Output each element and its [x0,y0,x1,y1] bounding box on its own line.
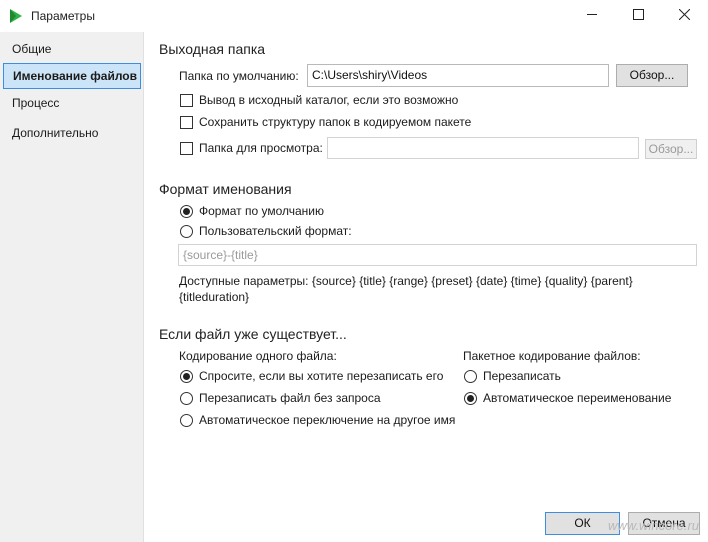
preview-folder-checkbox[interactable] [180,142,193,155]
title-bar: Параметры [0,0,708,32]
available-params-line2: {titleduration} [179,290,250,304]
file-exists-heading: Если файл уже существует... [159,326,347,342]
source-dir-checkbox[interactable] [180,94,193,107]
batch-auto-rename-radio[interactable] [464,392,477,405]
default-format-label: Формат по умолчанию [199,204,324,218]
ask-overwrite-label: Спросите, если вы хотите перезаписать ег… [199,369,444,383]
available-params-line1: Доступные параметры: {source} {title} {r… [179,274,633,288]
preview-browse-button[interactable]: Обзор... [645,139,697,159]
source-dir-label: Вывод в исходный каталог, если это возмо… [199,93,459,107]
keep-structure-checkbox[interactable] [180,116,193,129]
custom-format-radio[interactable] [180,225,193,238]
custom-format-input[interactable]: {source}-{title} [178,244,697,266]
sidebar-item-file-naming[interactable]: Именование файлов [3,63,141,89]
output-folder-heading: Выходная папка [159,41,266,57]
ask-overwrite-radio[interactable] [180,370,193,383]
naming-format-heading: Формат именования [159,181,292,197]
app-play-icon [10,9,22,23]
default-folder-label: Папка по умолчанию: [179,69,299,83]
batch-overwrite-label: Перезаписать [483,369,561,383]
batch-overwrite-radio[interactable] [464,370,477,383]
auto-rename-single-radio[interactable] [180,414,193,427]
batch-auto-rename-label: Автоматическое переименование [483,391,672,405]
overwrite-silent-label: Перезаписать файл без запроса [199,391,381,405]
preview-folder-input[interactable] [327,137,639,159]
default-format-radio[interactable] [180,205,193,218]
preview-folder-label: Папка для просмотра: [199,141,323,155]
overwrite-silent-radio[interactable] [180,392,193,405]
sidebar-item-process[interactable]: Процесс [3,91,141,117]
maximize-icon [633,9,644,20]
minimize-button[interactable] [570,0,616,30]
window-title: Параметры [31,9,95,23]
close-button[interactable] [662,0,708,30]
browse-button[interactable]: Обзор... [616,64,688,87]
sidebar-item-advanced[interactable]: Дополнительно [3,121,141,147]
keep-structure-label: Сохранить структуру папок в кодируемом п… [199,115,472,129]
maximize-button[interactable] [616,0,662,30]
minimize-icon [587,14,597,15]
auto-rename-single-label: Автоматическое переключение на другое им… [199,413,456,427]
single-file-heading: Кодирование одного файла: [179,349,337,363]
default-folder-input[interactable]: C:\Users\shiry\Videos [307,64,609,87]
watermark: www.wincore.ru [608,518,700,533]
sidebar: Общие Именование файлов Процесс Дополнит… [0,32,144,542]
custom-format-label: Пользовательский формат: [199,224,352,238]
sidebar-item-general[interactable]: Общие [3,37,141,63]
batch-heading: Пакетное кодирование файлов: [463,349,641,363]
close-icon [679,9,690,20]
